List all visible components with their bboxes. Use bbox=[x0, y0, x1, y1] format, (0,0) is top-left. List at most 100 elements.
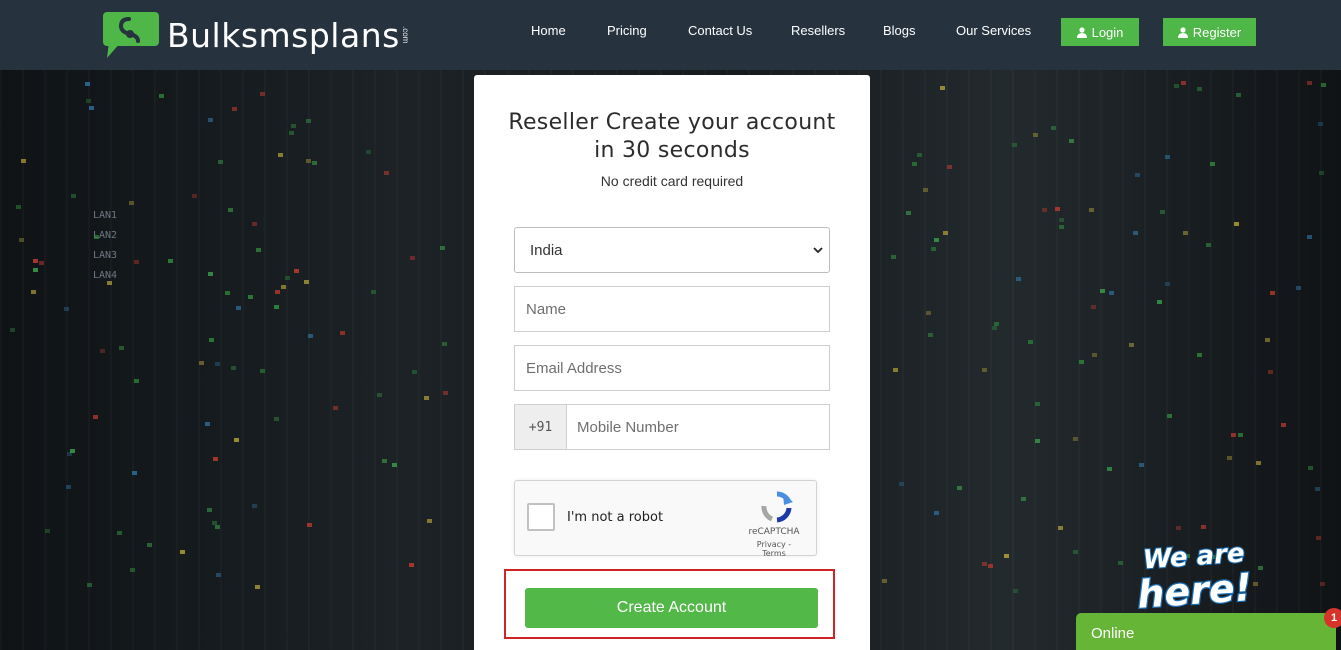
rack-led bbox=[1238, 433, 1244, 438]
rack-led bbox=[71, 194, 77, 199]
rack-led bbox=[1079, 360, 1085, 365]
rack-led bbox=[38, 261, 44, 266]
nav-resellers[interactable]: Resellers bbox=[791, 23, 845, 38]
rack-led bbox=[1015, 276, 1021, 281]
country-selected-value: India bbox=[530, 241, 563, 259]
rack-led bbox=[1268, 370, 1274, 375]
nav-blogs[interactable]: Blogs bbox=[883, 23, 916, 38]
we-are-here-banner[interactable]: We are here! bbox=[1133, 538, 1283, 613]
create-account-button[interactable]: Create Account bbox=[525, 588, 818, 628]
rack-led bbox=[128, 200, 134, 205]
rack-led bbox=[288, 130, 294, 135]
rack-led bbox=[1027, 340, 1033, 345]
recaptcha-checkbox[interactable] bbox=[527, 503, 555, 531]
nav-contact-us[interactable]: Contact Us bbox=[688, 23, 752, 38]
rack-label: LAN1 bbox=[93, 210, 118, 221]
rack-led bbox=[1318, 170, 1324, 175]
rack-led bbox=[1175, 525, 1181, 530]
recaptcha-terms-link[interactable]: Privacy - Terms bbox=[744, 540, 804, 558]
form-title-line-2: in 30 seconds bbox=[594, 138, 750, 163]
rack-led bbox=[1099, 289, 1105, 294]
rack-led bbox=[1132, 230, 1138, 235]
rack-led bbox=[216, 573, 222, 578]
rack-led bbox=[946, 165, 952, 170]
rack-led bbox=[33, 268, 39, 273]
rack-led bbox=[256, 248, 262, 253]
brand-name: Bulksmsplans bbox=[167, 15, 400, 55]
rack-led bbox=[278, 153, 284, 158]
rack-led bbox=[1320, 82, 1326, 87]
rack-led bbox=[1317, 122, 1323, 127]
rack-led bbox=[1270, 291, 1276, 296]
rack-led bbox=[180, 550, 185, 555]
rack-led bbox=[209, 338, 215, 343]
login-label: Login bbox=[1091, 24, 1124, 40]
rack-led bbox=[1265, 337, 1271, 342]
rack-led bbox=[134, 259, 140, 264]
rack-led bbox=[1315, 535, 1321, 540]
country-select[interactable]: India bbox=[514, 227, 830, 273]
recaptcha-brand: reCAPTCHA bbox=[748, 527, 800, 537]
rack-led bbox=[1307, 234, 1313, 239]
rack-led bbox=[255, 584, 261, 589]
rack-led bbox=[131, 470, 137, 475]
rack-led bbox=[371, 290, 377, 295]
rack-led bbox=[991, 326, 997, 331]
rack-led bbox=[928, 333, 934, 338]
mobile-number-input[interactable] bbox=[567, 405, 829, 449]
rack-led bbox=[225, 291, 231, 296]
rack-led bbox=[1107, 466, 1113, 471]
rack-led bbox=[1233, 222, 1239, 227]
rack-led bbox=[119, 346, 125, 351]
banner-line-2: here! bbox=[1136, 565, 1253, 613]
rack-label: LAN4 bbox=[93, 270, 118, 281]
rack-led bbox=[213, 456, 219, 461]
rack-led bbox=[424, 395, 430, 400]
rack-led bbox=[1206, 243, 1212, 248]
rack-led bbox=[923, 188, 929, 193]
nav-our-services[interactable]: Our Services bbox=[956, 23, 1031, 38]
rack-led bbox=[86, 582, 92, 587]
rack-led bbox=[893, 367, 899, 372]
rack-led bbox=[1058, 525, 1064, 530]
rack-led bbox=[956, 485, 962, 490]
name-input[interactable] bbox=[514, 286, 830, 332]
rack-led bbox=[1209, 161, 1215, 166]
rack-led bbox=[1089, 208, 1095, 213]
rack-led bbox=[1164, 154, 1170, 159]
mobile-field-group: +91 bbox=[514, 404, 830, 450]
rack-led bbox=[1174, 83, 1180, 88]
rack-led bbox=[1012, 589, 1018, 594]
rack-led bbox=[273, 304, 279, 309]
register-label: Register bbox=[1192, 24, 1242, 40]
rack-led bbox=[1020, 496, 1026, 501]
rack-led bbox=[307, 523, 313, 528]
rack-led bbox=[427, 518, 433, 523]
email-input[interactable] bbox=[514, 345, 830, 391]
rack-led bbox=[926, 311, 932, 316]
nav-pricing[interactable]: Pricing bbox=[607, 23, 647, 38]
rack-led bbox=[409, 563, 415, 568]
rack-led bbox=[1042, 207, 1048, 212]
rack-led bbox=[1129, 342, 1135, 347]
site-logo[interactable]: Bulksmsplans .com bbox=[103, 12, 410, 58]
recaptcha-label: I'm not a robot bbox=[567, 510, 664, 525]
rack-led bbox=[1197, 87, 1203, 92]
login-button[interactable]: Login bbox=[1061, 18, 1139, 46]
rack-led bbox=[204, 421, 210, 426]
form-title-line-1: Reseller Create your account bbox=[508, 110, 836, 135]
rack-led bbox=[207, 507, 213, 512]
rack-led bbox=[89, 105, 95, 110]
rack-led bbox=[10, 328, 16, 333]
rack-led bbox=[391, 463, 397, 468]
rack-led bbox=[284, 275, 290, 280]
rack-led bbox=[940, 86, 946, 91]
nav-home[interactable]: Home bbox=[531, 23, 566, 38]
rack-led bbox=[916, 153, 922, 158]
register-button[interactable]: Register bbox=[1163, 18, 1256, 46]
rack-led bbox=[339, 330, 345, 335]
rack-led bbox=[312, 160, 318, 165]
live-chat-bar[interactable]: Online bbox=[1076, 613, 1336, 650]
brand-suffix: .com bbox=[400, 26, 410, 44]
logo-icon bbox=[103, 12, 159, 58]
